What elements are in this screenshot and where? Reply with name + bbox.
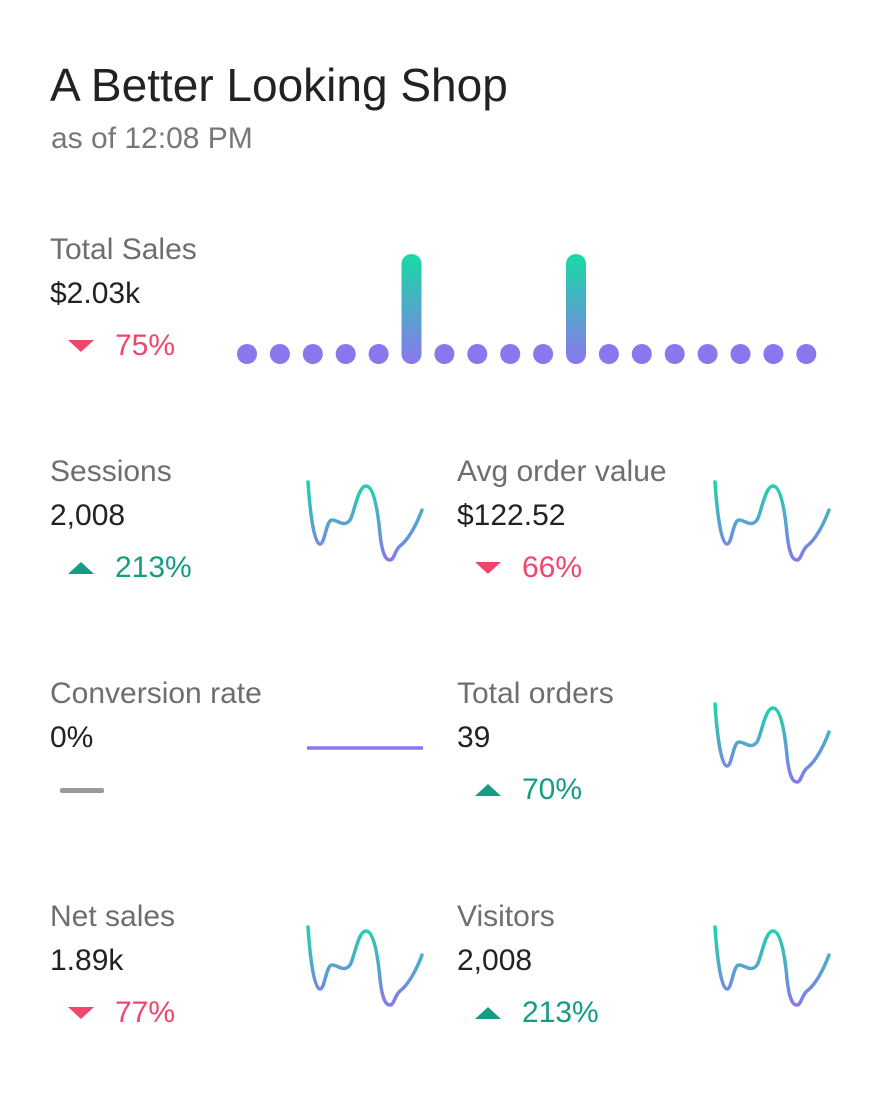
net-sales-change: 77% xyxy=(50,995,175,1031)
sessions-label: Sessions xyxy=(50,455,172,488)
total-orders-sparkline xyxy=(713,702,831,784)
sessions-change-percent: 213% xyxy=(115,551,192,584)
net-sales-value: 1.89k xyxy=(50,944,124,977)
sales-dot-7 xyxy=(434,344,455,364)
sales-dot-17 xyxy=(763,344,784,364)
total-sales-value: $2.03k xyxy=(50,277,141,310)
total-orders-value: 39 xyxy=(457,721,491,754)
sessions-change: 213% xyxy=(50,550,192,586)
no-change-dash-icon xyxy=(60,788,104,793)
sales-dot-16 xyxy=(730,344,751,364)
avg-order-value-value: $122.52 xyxy=(457,499,566,532)
sales-dot-1 xyxy=(237,344,257,364)
sales-dot-13 xyxy=(631,344,652,364)
total-sales-card[interactable]: Total Sales $2.03k 75% xyxy=(50,228,197,364)
sales-dot-14 xyxy=(664,344,685,364)
sessions-value: 2,008 xyxy=(50,499,126,532)
sales-dot-9 xyxy=(500,344,521,364)
avg-order-value-label: Avg order value xyxy=(457,455,667,488)
total-sales-label: Total Sales xyxy=(50,233,197,266)
sales-dot-4 xyxy=(335,344,356,364)
conversion-rate-value: 0% xyxy=(50,721,94,754)
total-sales-bar-chart xyxy=(237,254,817,364)
sales-dot-5 xyxy=(368,344,389,364)
total-orders-card[interactable]: Total orders 39 70% xyxy=(457,672,614,808)
sales-bar-11 xyxy=(566,254,586,364)
page-title: A Better Looking Shop xyxy=(50,59,508,111)
total-orders-label: Total orders xyxy=(457,677,614,710)
sales-dot-2 xyxy=(269,344,290,364)
sales-dot-18 xyxy=(796,344,817,364)
sessions-sparkline xyxy=(306,480,424,562)
trend-up-icon xyxy=(68,562,94,574)
trend-down-icon xyxy=(68,1007,94,1019)
sales-bar-6 xyxy=(401,254,422,364)
sales-dot-10 xyxy=(533,344,554,364)
total-orders-change-percent: 70% xyxy=(522,773,583,806)
avg-order-value-change-percent: 66% xyxy=(522,551,583,584)
trend-down-icon xyxy=(68,340,94,352)
visitors-change: 213% xyxy=(457,995,599,1031)
visitors-change-percent: 213% xyxy=(522,996,599,1029)
total-sales-change: 75% xyxy=(50,328,197,364)
avg-order-value-card[interactable]: Avg order value $122.52 66% xyxy=(457,450,667,586)
visitors-label: Visitors xyxy=(457,900,555,933)
sales-dot-12 xyxy=(598,344,619,364)
net-sales-card[interactable]: Net sales 1.89k 77% xyxy=(50,895,175,1031)
conversion-rate-change xyxy=(50,772,262,808)
avg-order-value-change: 66% xyxy=(457,550,667,586)
trend-up-icon xyxy=(475,784,501,796)
sessions-card[interactable]: Sessions 2,008 213% xyxy=(50,450,192,586)
sales-dot-8 xyxy=(467,344,488,364)
sales-dot-15 xyxy=(697,344,718,364)
net-sales-sparkline xyxy=(306,925,424,1007)
conversion-rate-card[interactable]: Conversion rate 0% xyxy=(50,672,262,808)
last-updated-timestamp: as of 12:08 PM xyxy=(51,122,253,155)
conversion-rate-label: Conversion rate xyxy=(50,677,262,710)
conversion-rate-sparkline xyxy=(307,746,423,750)
total-orders-change: 70% xyxy=(457,772,614,808)
sales-dot-3 xyxy=(302,344,323,364)
total-sales-change-percent: 75% xyxy=(115,329,176,362)
visitors-sparkline xyxy=(713,925,831,1007)
net-sales-change-percent: 77% xyxy=(115,996,176,1029)
visitors-card[interactable]: Visitors 2,008 213% xyxy=(457,895,599,1031)
net-sales-label: Net sales xyxy=(50,900,176,933)
trend-down-icon xyxy=(475,562,501,574)
visitors-value: 2,008 xyxy=(457,944,533,977)
avg-order-value-sparkline xyxy=(713,480,831,562)
trend-up-icon xyxy=(475,1007,501,1019)
